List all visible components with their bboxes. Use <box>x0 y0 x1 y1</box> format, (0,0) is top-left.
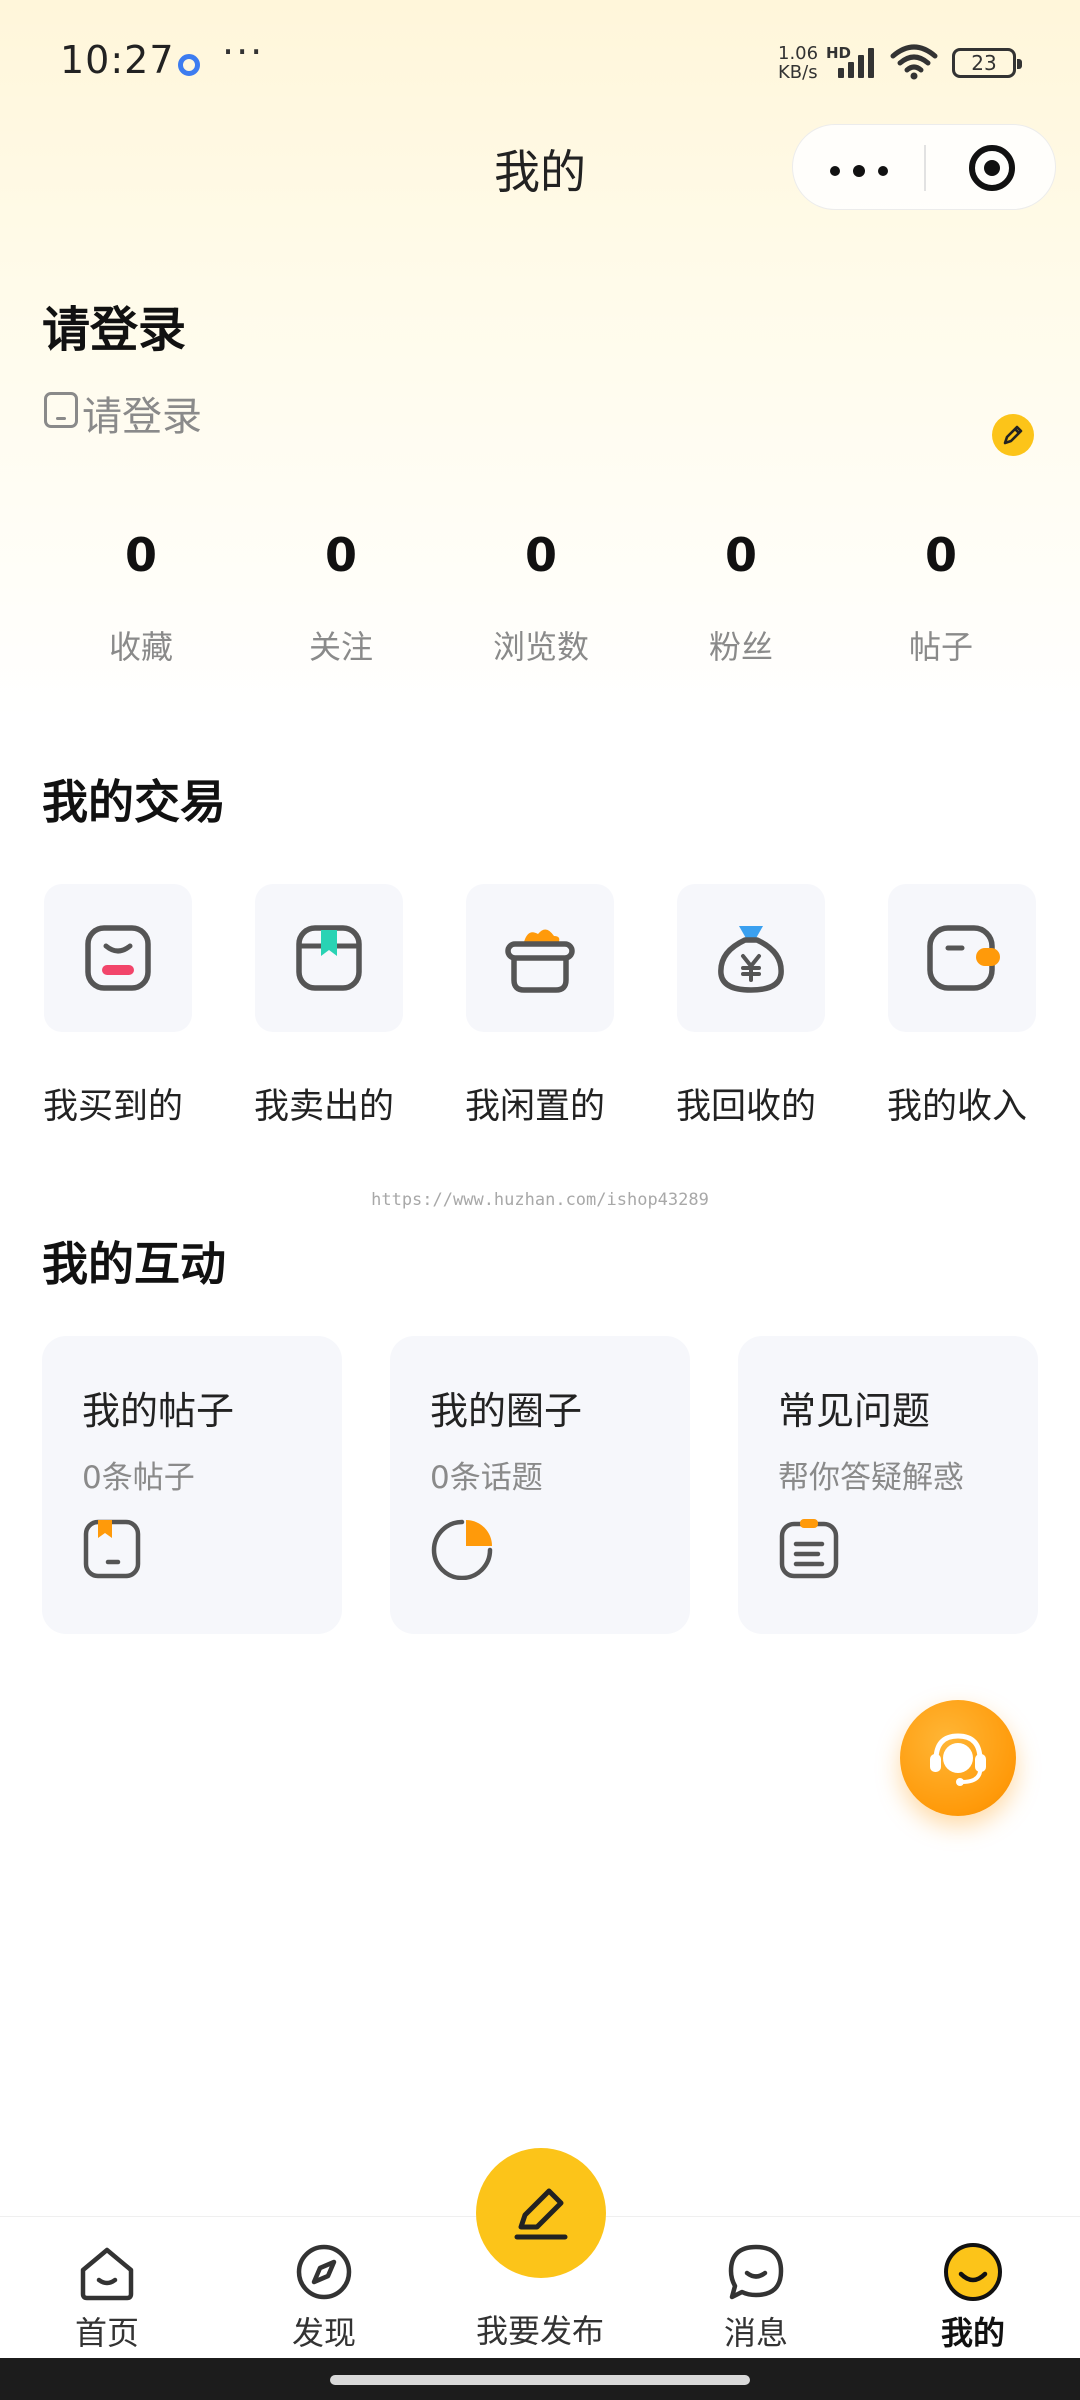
tab-home[interactable]: 首页 <box>27 2242 187 2354</box>
network-speed-value: 1.06 <box>778 43 819 64</box>
bag-smile-icon <box>85 925 151 991</box>
trade-item-bought[interactable] <box>44 884 192 1032</box>
trade-item-idle[interactable] <box>466 884 614 1032</box>
publish-button[interactable] <box>476 2148 606 2278</box>
interaction-card-faq-subtitle: 帮你答疑解惑 <box>778 1460 964 1496</box>
post-icon <box>83 1519 141 1579</box>
trade-item-income-label[interactable]: 我的收入 <box>887 1078 1027 1129</box>
login-subtitle[interactable]: 请登录 <box>82 384 202 442</box>
tab-messages-label: 消息 <box>723 2314 788 2352</box>
stat-views-label[interactable]: 浏览数 <box>441 622 641 668</box>
phone-icon <box>44 392 78 428</box>
stat-favorites-value[interactable]: 0 <box>41 528 241 582</box>
interaction-card-faq[interactable]: 常见问题 帮你答疑解惑 <box>738 1336 1038 1634</box>
edit-profile-button[interactable] <box>992 414 1034 456</box>
network-speed: 1.06 KB/s <box>778 44 818 82</box>
stat-views-value[interactable]: 0 <box>441 528 641 582</box>
interaction-card-circles-subtitle: 0条话题 <box>430 1460 543 1496</box>
miniapp-capsule <box>792 124 1056 210</box>
header-background <box>0 0 1080 720</box>
interaction-card-posts-subtitle: 0条帖子 <box>82 1460 195 1496</box>
smile-face-icon <box>944 2243 1002 2301</box>
stat-following-label[interactable]: 关注 <box>241 622 441 668</box>
tab-publish-label[interactable]: 我要发布 <box>440 2306 640 2352</box>
interaction-card-circles-title: 我的圈子 <box>430 1389 583 1433</box>
signal-icon <box>838 48 874 78</box>
pencil-icon <box>1003 425 1023 445</box>
more-dots-icon[interactable] <box>829 165 889 177</box>
pencil-icon <box>514 2188 568 2240</box>
tab-mine-label: 我的 <box>940 2314 1005 2352</box>
interaction-section-title: 我的互动 <box>42 1237 226 1291</box>
stat-favorites-label[interactable]: 收藏 <box>41 622 241 668</box>
trade-section-title: 我的交易 <box>42 775 226 829</box>
trade-item-income[interactable] <box>888 884 1036 1032</box>
tab-discover-label: 发现 <box>291 2314 356 2352</box>
stat-fans-label[interactable]: 粉丝 <box>641 622 841 668</box>
compass-icon <box>296 2244 352 2300</box>
interaction-card-faq-title: 常见问题 <box>778 1389 931 1433</box>
stat-fans-value[interactable]: 0 <box>641 528 841 582</box>
status-more-icon: ··· <box>222 30 265 74</box>
capsule-divider <box>924 145 926 191</box>
trade-item-sold-label[interactable]: 我卖出的 <box>254 1078 394 1129</box>
stat-posts-value[interactable]: 0 <box>841 528 1041 582</box>
wallet-icon <box>927 925 1000 991</box>
clipboard-icon <box>779 1519 839 1579</box>
wifi-icon <box>890 44 938 80</box>
chat-icon <box>728 2244 784 2300</box>
trade-item-recycled-label[interactable]: 我回收的 <box>676 1078 816 1129</box>
tab-messages[interactable]: 消息 <box>676 2242 836 2354</box>
interaction-card-circles[interactable]: 我的圈子 0条话题 <box>390 1336 690 1634</box>
watermark: https://www.huzhan.com/ishop43289 <box>371 1190 709 1210</box>
target-close-icon[interactable] <box>969 145 1015 191</box>
trade-item-bought-label[interactable]: 我买到的 <box>43 1078 183 1129</box>
network-speed-unit: KB/s <box>778 62 818 83</box>
battery-icon: 23 <box>952 48 1022 78</box>
trade-item-recycled[interactable] <box>677 884 825 1032</box>
stat-following-value[interactable]: 0 <box>241 528 441 582</box>
circle-pie-icon <box>431 1519 493 1580</box>
interaction-card-posts[interactable]: 我的帖子 0条帖子 <box>42 1336 342 1634</box>
tab-discover[interactable]: 发现 <box>244 2242 404 2354</box>
tab-mine[interactable]: 我的 <box>893 2242 1053 2354</box>
box-bookmark-icon <box>296 925 362 991</box>
home-icon <box>80 2247 134 2301</box>
headset-icon <box>930 1733 986 1786</box>
home-indicator[interactable] <box>330 2375 750 2385</box>
stat-posts-label[interactable]: 帖子 <box>841 622 1041 668</box>
trade-item-idle-label[interactable]: 我闲置的 <box>465 1078 605 1129</box>
login-title[interactable]: 请登录 <box>42 290 186 360</box>
basket-icon <box>505 929 575 993</box>
trade-item-sold[interactable] <box>255 884 403 1032</box>
status-time: 10:27 <box>60 38 175 82</box>
money-bag-icon <box>718 926 784 993</box>
tab-home-label: 首页 <box>74 2314 139 2352</box>
interaction-card-posts-title: 我的帖子 <box>82 1389 235 1433</box>
status-notification-icon <box>178 54 200 76</box>
customer-service-button[interactable] <box>900 1700 1016 1816</box>
